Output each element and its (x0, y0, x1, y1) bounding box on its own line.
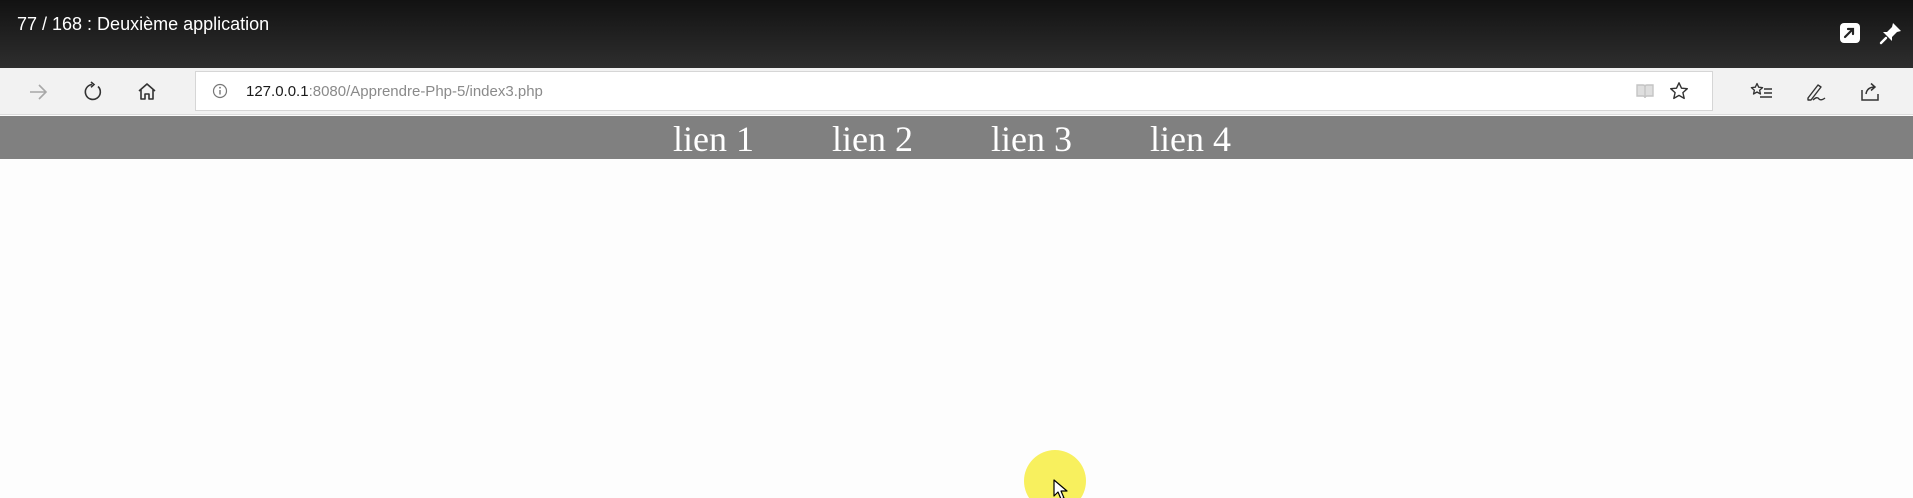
favorites-list-icon[interactable] (1747, 77, 1777, 107)
url-path: :8080/Apprendre-Php-5/index3.php (308, 83, 543, 100)
url-text[interactable]: 127.0.0.1:8080/Apprendre-Php-5/index3.ph… (246, 83, 543, 100)
nav-link-4[interactable]: lien 4 (1150, 118, 1231, 160)
mouse-cursor-icon (1053, 479, 1068, 498)
forward-icon[interactable] (23, 77, 53, 107)
favorite-star-icon[interactable] (1669, 81, 1689, 106)
reading-view-icon[interactable] (1635, 82, 1655, 105)
info-icon[interactable] (212, 83, 228, 104)
url-host: 127.0.0.1 (246, 83, 309, 100)
browser-toolbar: 127.0.0.1:8080/Apprendre-Php-5/index3.ph… (0, 68, 1913, 115)
nav-link-2[interactable]: lien 2 (832, 118, 913, 160)
video-title: 77 / 168 : Deuxième application (17, 14, 270, 34)
address-bar[interactable]: 127.0.0.1:8080/Apprendre-Php-5/index3.ph… (195, 71, 1713, 111)
video-title-overlay: 77 / 168 : Deuxième application (0, 0, 1913, 68)
pen-icon[interactable] (1801, 77, 1831, 107)
home-icon[interactable] (132, 77, 162, 107)
pin-icon[interactable] (1878, 20, 1904, 46)
nav-link-3[interactable]: lien 3 (991, 118, 1072, 160)
refresh-icon[interactable] (77, 77, 107, 107)
share-arrow-icon[interactable] (1837, 20, 1863, 46)
nav-link-1[interactable]: lien 1 (673, 118, 754, 160)
page-nav-bar: lien 1 lien 2 lien 3 lien 4 (0, 116, 1913, 159)
share-icon[interactable] (1855, 77, 1885, 107)
